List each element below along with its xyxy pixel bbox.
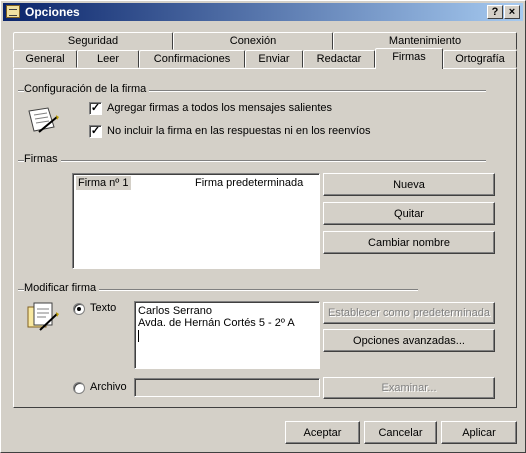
advanced-options-button[interactable]: Opciones avanzadas...	[323, 329, 495, 352]
tab-firmas[interactable]: Firmas	[375, 48, 443, 69]
file-option-radio[interactable]	[73, 382, 85, 394]
text-option-radio[interactable]	[73, 303, 85, 315]
rename-signature-button[interactable]: Cambiar nombre	[323, 231, 495, 254]
tab-general[interactable]: General	[13, 50, 77, 68]
tab-enviar[interactable]: Enviar	[245, 50, 303, 68]
signatures-group-label: Firmas	[24, 153, 61, 165]
tab-leer[interactable]: Leer	[77, 50, 139, 68]
signature-name: Firma nº 1	[76, 176, 132, 190]
signatures-list[interactable]: Firma nº 1 Firma predeterminada	[72, 173, 320, 269]
edit-signature-icon	[26, 301, 60, 333]
close-button[interactable]: ×	[504, 5, 520, 19]
tab-conexion[interactable]: Conexión	[173, 32, 333, 50]
remove-signature-button[interactable]: Quitar	[323, 202, 495, 225]
file-path-field[interactable]	[134, 378, 320, 397]
signatures-divider	[18, 160, 486, 162]
signature-text-line-1: Carlos Serrano	[138, 305, 212, 317]
tab-redactar[interactable]: Redactar	[303, 50, 375, 68]
text-caret	[138, 330, 139, 342]
signature-config-icon	[26, 105, 60, 135]
browse-button[interactable]: Examinar...	[323, 377, 495, 399]
tab-panel-firmas: Configuración de la firma ✓ Agregar firm…	[13, 68, 517, 408]
signature-text-line-2: Avda. de Hernán Cortés 5 - 2º A	[138, 317, 295, 329]
tab-confirmaciones[interactable]: Confirmaciones	[139, 50, 245, 68]
new-signature-button[interactable]: Nueva	[323, 173, 495, 196]
tab-ortografia[interactable]: Ortografía	[443, 50, 517, 68]
options-icon	[6, 5, 20, 18]
no-include-replies-label: No incluir la firma en las respuestas ni…	[107, 125, 371, 137]
signature-text-area[interactable]: Carlos Serrano Avda. de Hernán Cortés 5 …	[134, 301, 320, 369]
list-item[interactable]: Firma nº 1 Firma predeterminada	[75, 176, 315, 190]
accept-button[interactable]: Aceptar	[285, 421, 360, 444]
options-dialog: Opciones ? × Seguridad Conexión Mantenim…	[0, 0, 526, 453]
title-bar[interactable]: Opciones ? ×	[3, 3, 523, 21]
set-default-button[interactable]: Establecer como predeterminada	[323, 302, 495, 324]
file-option-label: Archivo	[90, 381, 127, 393]
config-group-label: Configuración de la firma	[24, 83, 150, 95]
text-option-label: Texto	[90, 302, 117, 314]
window-title: Opciones	[25, 5, 80, 19]
add-signatures-checkbox[interactable]: ✓	[89, 102, 102, 115]
tab-seguridad[interactable]: Seguridad	[13, 32, 173, 50]
edit-group-label: Modificar firma	[24, 282, 100, 294]
no-include-replies-checkbox[interactable]: ✓	[89, 125, 102, 138]
help-button[interactable]: ?	[487, 5, 503, 19]
signature-status: Firma predeterminada	[195, 177, 304, 189]
add-signatures-label: Agregar firmas a todos los mensajes sali…	[107, 102, 332, 114]
cancel-button[interactable]: Cancelar	[364, 421, 437, 444]
apply-button[interactable]: Aplicar	[441, 421, 517, 444]
